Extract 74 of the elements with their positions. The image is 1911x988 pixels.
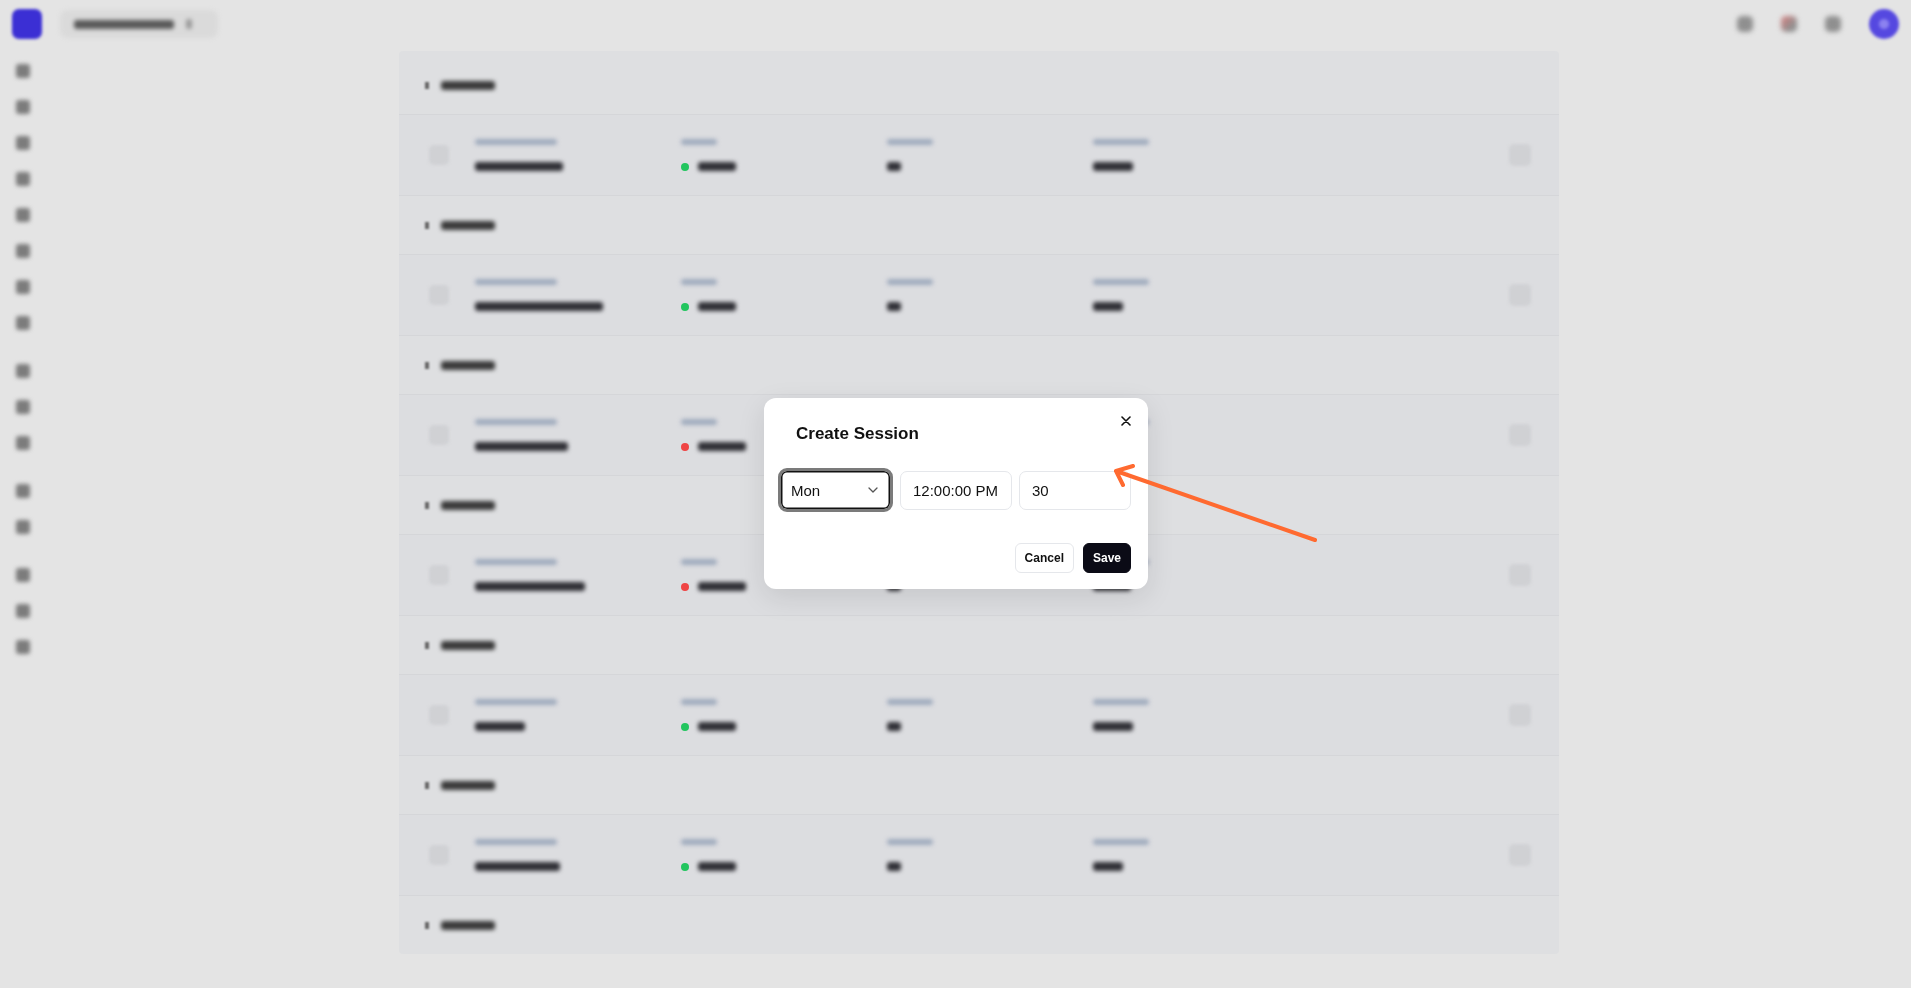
close-icon — [1121, 416, 1131, 426]
blurred-value — [697, 442, 746, 451]
blurred-sidebar-icon — [16, 436, 30, 450]
blurred-sidebar-icon — [16, 244, 30, 258]
blurred-heading — [440, 780, 495, 790]
blurred-value — [1092, 862, 1123, 871]
blurred-heading — [440, 500, 495, 510]
blurred-label — [680, 559, 717, 565]
blurred-label — [680, 839, 717, 845]
blurred-heading — [440, 360, 495, 370]
blurred-value — [886, 162, 901, 171]
blurred-sidebar-icon — [16, 484, 30, 498]
close-button[interactable] — [1121, 416, 1131, 426]
blurred-sidebar-icon — [16, 520, 30, 534]
blurred-value — [1092, 162, 1133, 171]
blurred-value — [697, 722, 736, 731]
blurred-sidebar-icon — [16, 316, 30, 330]
blurred-label — [886, 279, 933, 285]
blurred-sidebar-icon — [16, 172, 30, 186]
blurred-value — [886, 722, 901, 731]
blurred-value — [1092, 722, 1133, 731]
blurred-label — [1092, 279, 1149, 285]
blurred-label — [680, 139, 717, 145]
input-field[interactable]: 30 — [1019, 470, 1131, 510]
blurred-chevron-icon — [424, 641, 429, 649]
blurred-chevron-icon — [424, 221, 429, 229]
input-field[interactable]: 12:00:00 PM — [900, 470, 1012, 510]
blurred-sidebar-icon — [16, 568, 30, 582]
blurred-toolbar-icon — [1737, 16, 1753, 32]
blurred-toolbar-icon — [1781, 16, 1797, 32]
blurred-value — [697, 862, 736, 871]
blurred-chevron-icon — [424, 361, 429, 369]
dialog-title: Create Session — [796, 424, 919, 444]
blurred-sidebar-icon — [16, 100, 30, 114]
chevron-down-icon — [868, 487, 878, 493]
blurred-chevron-icon — [424, 81, 429, 89]
blurred-heading — [440, 920, 495, 930]
blurred-value — [1092, 302, 1123, 311]
blurred-heading — [440, 220, 495, 230]
blurred-value — [697, 582, 746, 591]
blurred-sidebar-icon — [16, 640, 30, 654]
select-field[interactable]: Mon — [778, 468, 893, 512]
blurred-sidebar-icon — [16, 136, 30, 150]
blurred-chevron-icon — [424, 781, 429, 789]
blurred-label — [886, 699, 933, 705]
blurred-label — [680, 699, 717, 705]
blurred-sidebar-icon — [16, 400, 30, 414]
save-button[interactable]: Save — [1082, 543, 1131, 573]
blurred-chevron-icon — [424, 501, 429, 509]
blurred-heading — [440, 640, 495, 650]
blurred-label — [886, 839, 933, 845]
blurred-sidebar-icon — [16, 604, 30, 618]
avatar-icon — [1869, 9, 1899, 39]
blurred-sidebar-icon — [16, 208, 30, 222]
blurred-label — [1092, 139, 1149, 145]
blurred-sidebar-icon — [16, 64, 30, 78]
blurred-value — [697, 162, 736, 171]
blurred-label — [1092, 839, 1149, 845]
blurred-value — [697, 302, 736, 311]
blurred-chevron-icon — [186, 19, 192, 29]
blurred-label — [680, 279, 717, 285]
blurred-toolbar-icon — [1825, 16, 1841, 32]
blurred-value — [886, 862, 901, 871]
blurred-label — [1092, 699, 1149, 705]
blurred-logo-icon — [12, 9, 42, 39]
blurred-label — [680, 419, 717, 425]
blurred-sidebar-icon — [16, 280, 30, 294]
blurred-heading — [440, 80, 495, 90]
cancel-button[interactable]: Cancel — [1014, 543, 1074, 573]
blurred-value — [474, 722, 525, 731]
blurred-sidebar-icon — [16, 364, 30, 378]
blurred-label — [886, 139, 933, 145]
blurred-value — [886, 302, 901, 311]
blurred-chevron-icon — [424, 921, 429, 929]
